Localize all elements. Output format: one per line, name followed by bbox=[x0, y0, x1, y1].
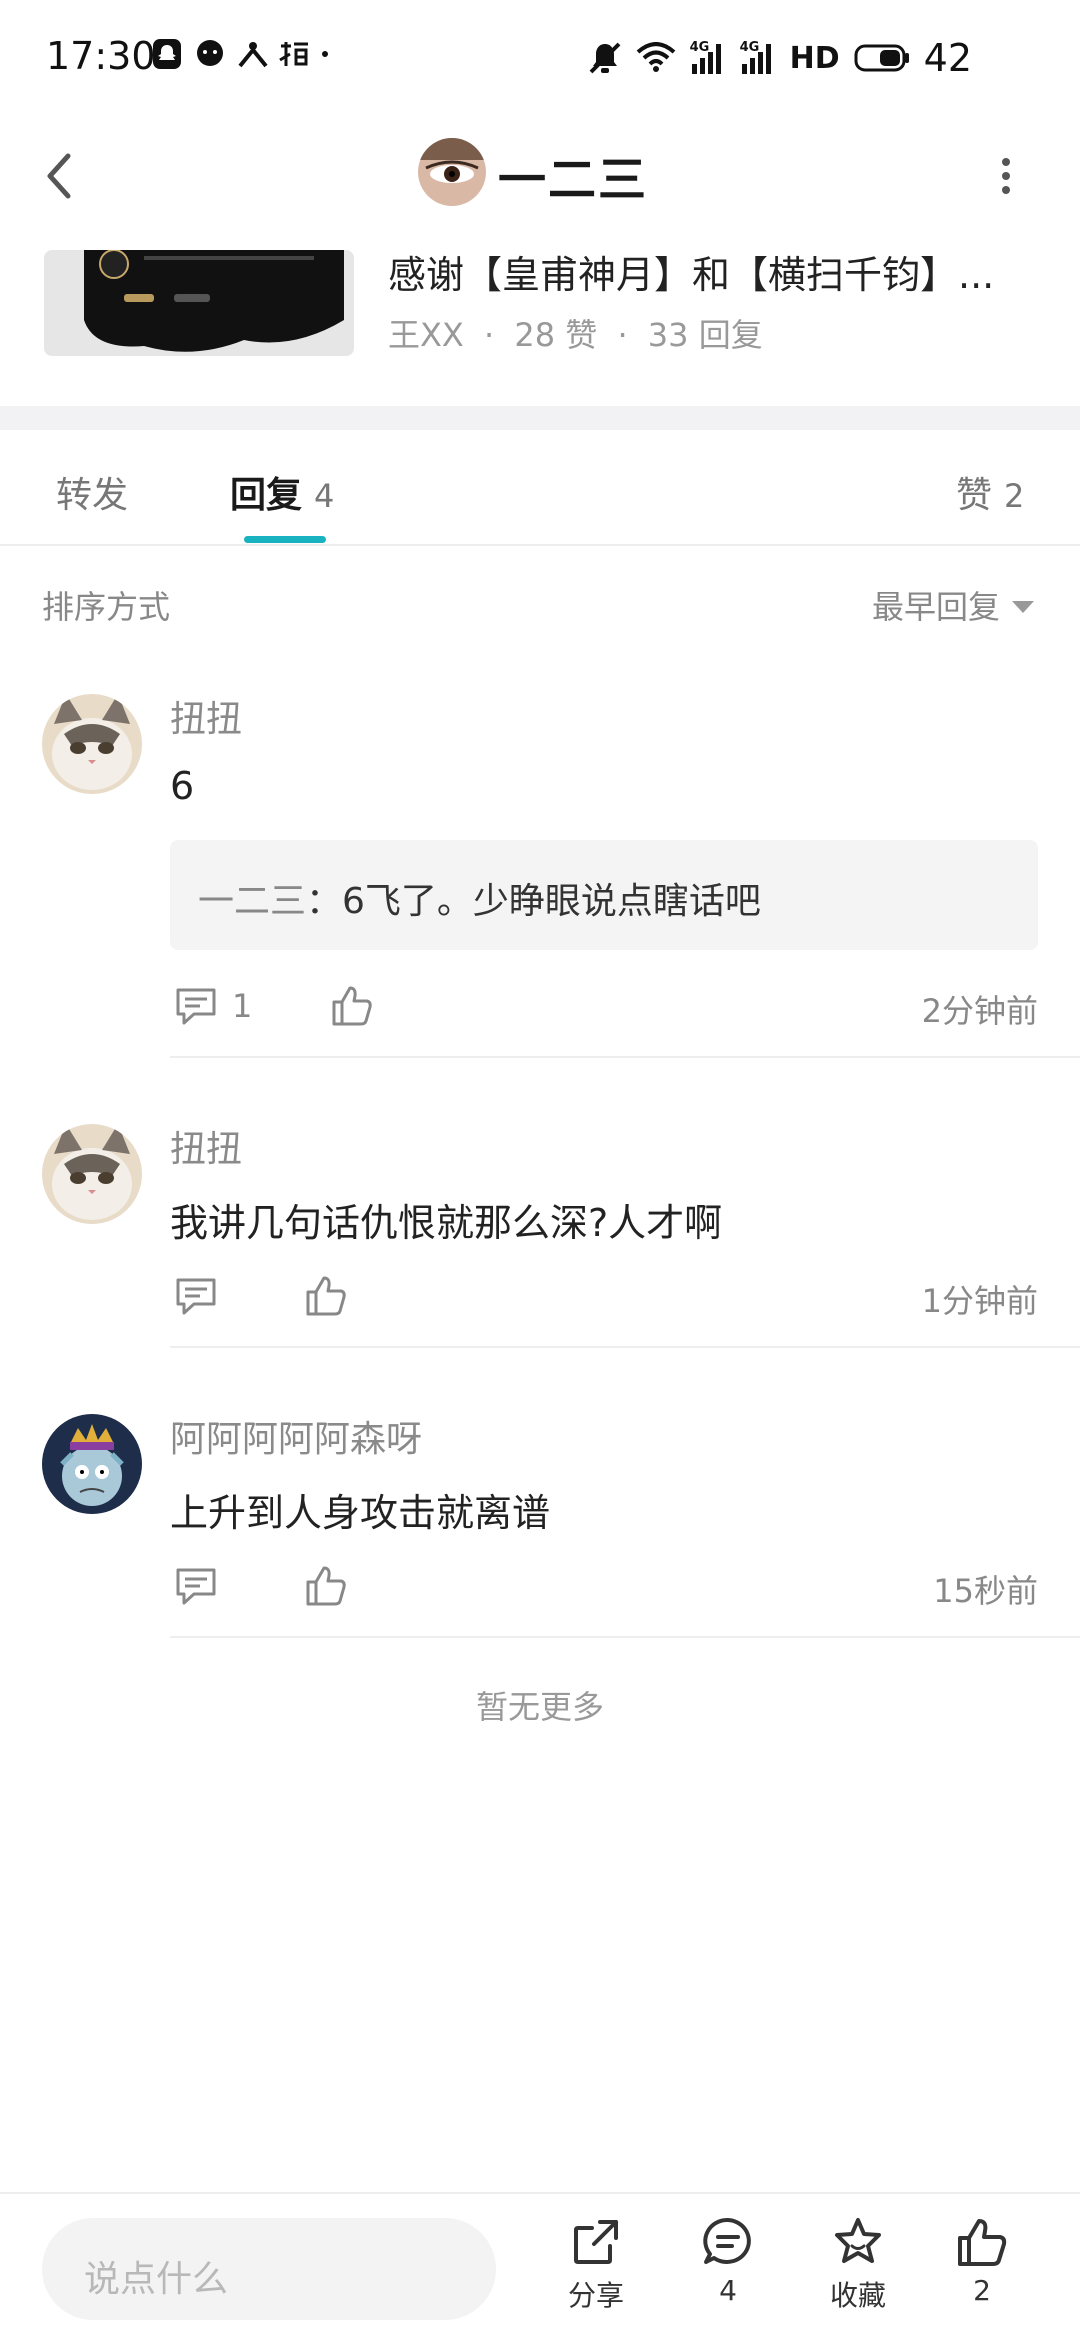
like-button[interactable] bbox=[304, 1564, 348, 1612]
sort-label: 排序方式 bbox=[42, 588, 171, 626]
bell-off-icon bbox=[589, 42, 621, 74]
like-count: 2 bbox=[973, 2274, 991, 2307]
status-time: 17:30 bbox=[46, 34, 156, 78]
comment-time: 2分钟前 bbox=[921, 992, 1038, 1030]
more-vertical-icon bbox=[1002, 158, 1010, 194]
header-avatar[interactable] bbox=[418, 138, 486, 206]
favorite-button[interactable]: 收藏 bbox=[808, 2216, 908, 2314]
caret-down-icon bbox=[1012, 601, 1034, 613]
post-author[interactable]: 王XX bbox=[388, 316, 464, 354]
comment-text: 6 bbox=[170, 764, 195, 808]
page-title: 一二三 bbox=[498, 152, 649, 208]
comment-text: 上升到人身攻击就离谱 bbox=[170, 1491, 551, 1535]
comment-divider bbox=[170, 1636, 1080, 1638]
thumbs-up-icon bbox=[306, 1566, 346, 1606]
comment-divider bbox=[170, 1056, 1080, 1058]
status-bar: 17:30 4G 4G HD 42 bbox=[0, 0, 1080, 120]
comment-avatar[interactable] bbox=[42, 694, 142, 794]
bottom-action-bar: 说点什么 分享 4 收藏 2 bbox=[0, 2192, 1080, 2342]
comments-button[interactable]: 4 bbox=[678, 2216, 778, 2307]
tab-bar: 转发 回复 4 赞2 bbox=[0, 430, 1080, 546]
sort-dropdown[interactable]: 最早回复 bbox=[872, 582, 1034, 628]
app-icon bbox=[236, 38, 268, 70]
thumbs-up-icon bbox=[958, 2219, 1007, 2266]
comment-icon bbox=[176, 1278, 216, 1315]
tab-reposts[interactable]: 转发 bbox=[56, 466, 128, 518]
signal-4g-icon-2: 4G bbox=[740, 40, 776, 76]
meta-separator: · bbox=[617, 316, 628, 354]
more-button[interactable] bbox=[998, 156, 1014, 196]
comment-icon bbox=[176, 1568, 216, 1605]
tab-label: 转发 bbox=[56, 475, 129, 516]
comment-avatar[interactable] bbox=[42, 1414, 142, 1514]
active-tab-indicator bbox=[244, 536, 326, 543]
hd-label: HD bbox=[789, 40, 840, 76]
sort-value: 最早回复 bbox=[871, 588, 1000, 626]
star-icon bbox=[835, 2218, 881, 2263]
section-divider bbox=[0, 406, 1080, 430]
notification-icons bbox=[152, 38, 330, 70]
like-button[interactable] bbox=[304, 1274, 348, 1322]
comment-divider bbox=[170, 1346, 1080, 1348]
dot-icon bbox=[320, 38, 330, 70]
comment-author[interactable]: 阿阿阿阿阿森呀 bbox=[170, 1410, 422, 1462]
no-more-text: 暂无更多 bbox=[475, 1688, 604, 1726]
comment-time: 15秒前 bbox=[933, 1572, 1038, 1610]
quoted-reply-separator: ： bbox=[306, 881, 343, 922]
thumbs-up-icon bbox=[332, 986, 372, 1026]
meta-separator: · bbox=[484, 316, 495, 354]
back-button[interactable] bbox=[40, 146, 80, 206]
comment-author[interactable]: 扭扭 bbox=[170, 1120, 242, 1172]
like-button[interactable] bbox=[330, 984, 374, 1032]
chevron-left-icon bbox=[47, 153, 71, 199]
header-bar: 一二三 bbox=[0, 120, 1080, 230]
system-icons: 4G 4G HD 42 bbox=[588, 36, 972, 80]
quoted-reply-body: 6飞了。少睁眼说点瞎话吧 bbox=[342, 881, 761, 922]
post-title[interactable]: 感谢【皇甫神月】和【横扫千钧】... bbox=[388, 244, 1038, 299]
comments-count: 4 bbox=[719, 2274, 737, 2307]
tab-replies[interactable]: 回复 4 bbox=[230, 466, 334, 518]
wifi-icon bbox=[636, 42, 675, 72]
battery-icon bbox=[854, 44, 909, 72]
like-post-button[interactable]: 2 bbox=[932, 2216, 1032, 2307]
reply-button[interactable] bbox=[174, 1274, 218, 1322]
post-replies: 33 回复 bbox=[647, 316, 763, 354]
tab-label: 回复 bbox=[230, 475, 303, 516]
tab-likes[interactable]: 赞2 bbox=[956, 466, 1024, 518]
comment-input[interactable]: 说点什么 bbox=[42, 2218, 496, 2320]
reply-button[interactable] bbox=[174, 1564, 218, 1612]
signal-4g-icon-1: 4G bbox=[690, 40, 726, 76]
comment-author[interactable]: 扭扭 bbox=[170, 690, 242, 742]
battery-level: 42 bbox=[923, 36, 972, 80]
post-likes: 28 赞 bbox=[514, 316, 598, 354]
quoted-reply[interactable]: 一二三：6飞了。少睁眼说点瞎话吧 bbox=[170, 840, 1038, 950]
share-icon bbox=[574, 2220, 618, 2264]
comment-icon bbox=[176, 988, 216, 1025]
post-thumbnail[interactable] bbox=[44, 250, 354, 356]
comment-bubble-icon bbox=[703, 2217, 751, 2264]
reply-button[interactable]: 1 bbox=[174, 984, 252, 1028]
taobao-icon bbox=[278, 38, 310, 70]
post-meta: 王XX · 28 赞 · 33 回复 bbox=[388, 310, 763, 356]
quoted-reply-author[interactable]: 一二三 bbox=[198, 881, 306, 922]
share-button[interactable]: 分享 bbox=[546, 2216, 646, 2314]
reply-count: 1 bbox=[232, 987, 253, 1025]
tab-count: 2 bbox=[1004, 477, 1025, 515]
thumbs-up-icon bbox=[306, 1276, 346, 1316]
comment-text: 我讲几句话仇恨就那么深?人才啊 bbox=[170, 1201, 723, 1245]
share-label: 分享 bbox=[567, 2279, 624, 2312]
wechat-icon bbox=[194, 38, 226, 70]
comment-time: 1分钟前 bbox=[921, 1282, 1038, 1320]
comment-input-placeholder: 说点什么 bbox=[84, 2259, 229, 2300]
tab-count: 4 bbox=[314, 477, 335, 515]
snapchat-icon bbox=[152, 38, 184, 70]
quoted-reply-text: 一二三：6飞了。少睁眼说点瞎话吧 bbox=[198, 872, 761, 924]
tab-label: 赞 bbox=[956, 475, 993, 516]
favorite-label: 收藏 bbox=[829, 2279, 886, 2312]
comment-avatar[interactable] bbox=[42, 1124, 142, 1224]
